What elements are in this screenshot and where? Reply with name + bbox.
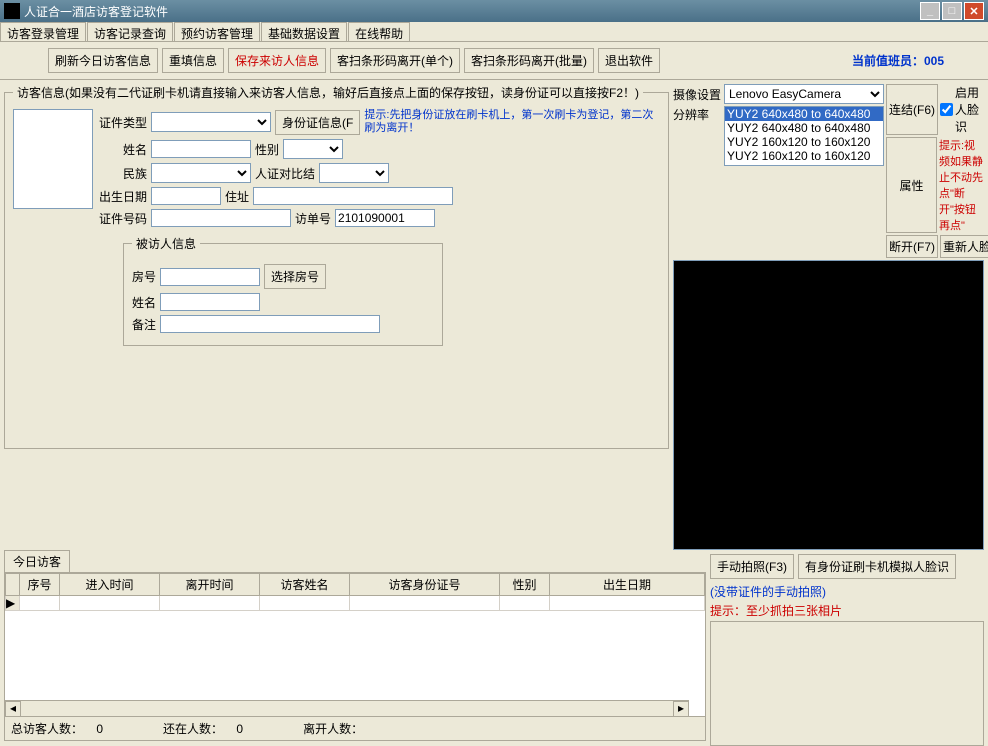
total-label: 总访客人数： — [11, 722, 83, 736]
select-room-button[interactable]: 选择房号 — [264, 264, 326, 289]
manual-snap-button[interactable]: 手动拍照(F3) — [710, 554, 794, 579]
camera-device-label: 摄像设置 — [673, 86, 721, 103]
exit-button[interactable]: 退出软件 — [598, 48, 660, 73]
h-scrollbar[interactable]: ◂ ▸ — [5, 700, 689, 716]
noid-hint: (没带证件的手动拍照) — [710, 583, 984, 600]
orderno-label: 访单号 — [295, 210, 331, 227]
close-button[interactable]: ✕ — [964, 2, 984, 20]
in-value: 0 — [236, 722, 243, 736]
scan-leave-single-button[interactable]: 客扫条形码离开(单个) — [330, 48, 460, 73]
birth-input[interactable] — [151, 187, 221, 205]
id-info-button[interactable]: 身份证信息(F — [275, 110, 360, 135]
gender-label: 性别 — [255, 141, 279, 158]
menu-visitor-login[interactable]: 访客登录管理 — [0, 22, 86, 41]
remark-label: 备注 — [132, 316, 156, 333]
table-row[interactable]: ▶ — [6, 596, 705, 611]
video-preview — [673, 260, 984, 550]
gender-select[interactable] — [283, 139, 343, 159]
addr-input[interactable] — [253, 187, 453, 205]
remark-input[interactable] — [160, 315, 380, 333]
resolution-option[interactable]: YUY2 640x480 to 640x480 — [725, 121, 883, 135]
visited-person-fieldset: 被访人信息 房号 选择房号 姓名 备注 — [123, 235, 443, 346]
refresh-today-button[interactable]: 刷新今日访客信息 — [48, 48, 158, 73]
nation-select[interactable] — [151, 163, 251, 183]
id-type-select[interactable] — [151, 112, 271, 132]
maximize-button[interactable]: □ — [942, 2, 962, 20]
minimize-button[interactable]: _ — [920, 2, 940, 20]
attr-button[interactable]: 属性 — [886, 137, 937, 233]
current-duty-label: 当前值班员：005 — [852, 52, 984, 69]
disconnect-button[interactable]: 断开(F7) — [886, 235, 938, 258]
visited-legend: 被访人信息 — [132, 235, 200, 252]
room-label: 房号 — [132, 268, 156, 285]
resolution-label: 分辨率 — [673, 106, 721, 123]
visited-name-input[interactable] — [160, 293, 260, 311]
col-name[interactable]: 访客姓名 — [260, 574, 350, 596]
enable-face-checkbox[interactable]: 启用人脸识 — [940, 84, 984, 135]
visitor-info-legend: 访客信息(如果没有二代证刷卡机请直接输入来访客人信息，输好后直接点上面的保存按钮… — [13, 84, 643, 101]
total-value: 0 — [96, 722, 103, 736]
menu-basic-data[interactable]: 基础数据设置 — [261, 22, 347, 41]
resolution-option[interactable]: YUY2 160x120 to 160x120 — [725, 135, 883, 149]
idno-label: 证件号码 — [99, 210, 147, 227]
compare-label: 人证对比结 — [255, 165, 315, 182]
snap-tip: 提示：至少抓拍三张相片 — [710, 602, 984, 619]
scroll-left-arrow[interactable]: ◂ — [5, 701, 21, 717]
menu-help[interactable]: 在线帮助 — [348, 22, 410, 41]
window-title: 人证合一酒店访客登记软件 — [24, 3, 920, 20]
resolution-listbox[interactable]: YUY2 640x480 to 640x480 YUY2 640x480 to … — [724, 106, 884, 166]
col-leave[interactable]: 离开时间 — [160, 574, 260, 596]
nation-label: 民族 — [99, 165, 147, 182]
col-birth[interactable]: 出生日期 — [550, 574, 705, 596]
orderno-input[interactable] — [335, 209, 435, 227]
today-visitor-tab[interactable]: 今日访客 — [4, 550, 70, 572]
sim-face-button[interactable]: 有身份证刷卡机模拟人脸识 — [798, 554, 956, 579]
photo-box — [13, 109, 93, 209]
camera-device-select[interactable]: Lenovo EasyCamera — [724, 84, 884, 104]
resolution-option[interactable]: YUY2 160x120 to 160x120 — [725, 149, 883, 163]
resolution-option[interactable]: YUY2 640x480 to 640x480 — [725, 107, 883, 121]
room-input[interactable] — [160, 268, 260, 286]
refill-button[interactable]: 重填信息 — [162, 48, 224, 73]
addr-label: 住址 — [225, 188, 249, 205]
out-label: 离开人数： — [303, 722, 363, 736]
col-enter[interactable]: 进入时间 — [60, 574, 160, 596]
save-visitor-button[interactable]: 保存来访人信息 — [228, 48, 326, 73]
id-type-label: 证件类型 — [99, 114, 147, 131]
visited-name-label: 姓名 — [132, 294, 156, 311]
idno-input[interactable] — [151, 209, 291, 227]
id-hint: 提示:先把身份证放在刷卡机上，第一次刷卡为登记，第二次刷为离开！ — [364, 109, 660, 135]
menu-visitor-query[interactable]: 访客记录查询 — [87, 22, 173, 41]
compare-select[interactable] — [319, 163, 389, 183]
refresh-face-button[interactable]: 重新人脸比对 — [940, 235, 988, 258]
col-gender[interactable]: 性别 — [500, 574, 550, 596]
visitor-info-fieldset: 访客信息(如果没有二代证刷卡机请直接输入来访客人信息，输好后直接点上面的保存按钮… — [4, 84, 669, 449]
app-icon — [4, 3, 20, 19]
col-idno[interactable]: 访客身份证号 — [350, 574, 500, 596]
in-label: 还在人数： — [163, 722, 223, 736]
name-label: 姓名 — [99, 141, 147, 158]
snapshot-area — [710, 621, 984, 746]
scan-leave-batch-button[interactable]: 客扫条形码离开(批量) — [464, 48, 594, 73]
birth-label: 出生日期 — [99, 188, 147, 205]
col-seq[interactable]: 序号 — [20, 574, 60, 596]
camera-hint: 提示:视频如果静止不动先点"断开"按钮再点" — [939, 137, 984, 233]
scroll-right-arrow[interactable]: ▸ — [673, 701, 689, 717]
visitor-grid[interactable]: 序号 进入时间 离开时间 访客姓名 访客身份证号 性别 出生日期 ▶ ◂ ▸ — [4, 572, 706, 717]
connect-button[interactable]: 连结(F6) — [886, 84, 938, 135]
name-input[interactable] — [151, 140, 251, 158]
menu-appointment[interactable]: 预约访客管理 — [174, 22, 260, 41]
